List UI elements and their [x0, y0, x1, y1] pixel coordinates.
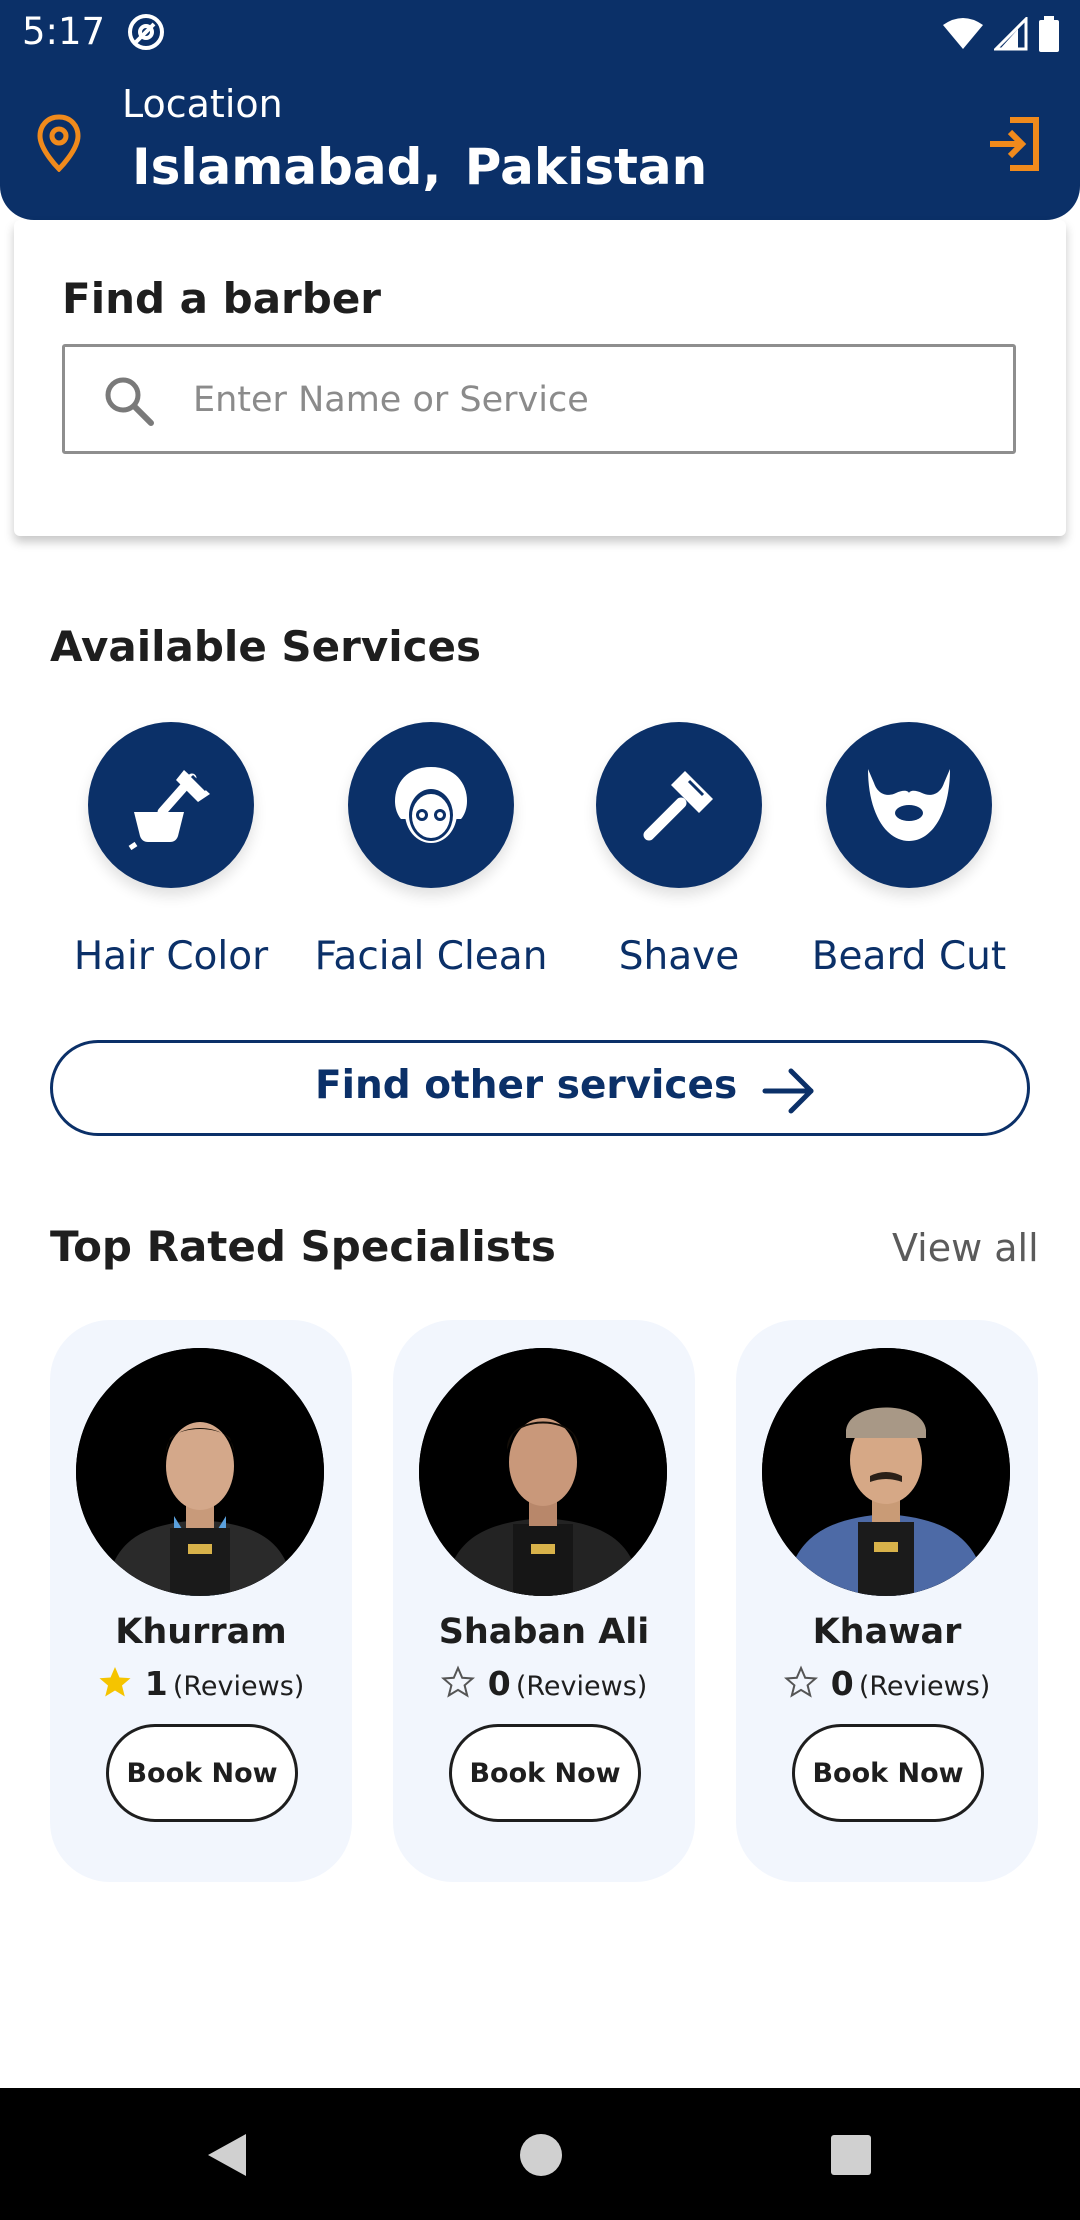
- specialists-title: Top Rated Specialists: [50, 1222, 556, 1271]
- avatar-photo: [76, 1348, 324, 1596]
- find-other-services-label: Find other services: [315, 1063, 738, 1108]
- avatar: [76, 1348, 324, 1596]
- arrow-right-icon: [762, 1068, 814, 1114]
- service-facial-clean[interactable]: Facial Clean: [306, 722, 556, 992]
- avatar-photo: [762, 1348, 1010, 1596]
- service-icon-circle: [88, 722, 254, 888]
- specialist-rating: 0 (Reviews): [393, 1664, 695, 1703]
- book-now-button[interactable]: Book Now: [449, 1724, 641, 1822]
- specialist-name: Khurram: [115, 1612, 287, 1652]
- reviews-label: (Reviews): [172, 1671, 305, 1702]
- service-label: Hair Color: [73, 934, 269, 979]
- reviews-label: (Reviews): [515, 1671, 648, 1702]
- book-now-button[interactable]: Book Now: [792, 1724, 984, 1822]
- avatar: [762, 1348, 1010, 1596]
- home-icon[interactable]: [516, 2130, 566, 2180]
- search-card: Find a barber: [14, 220, 1066, 536]
- battery-icon: [1039, 16, 1059, 52]
- service-label: Facial Clean: [314, 934, 548, 979]
- back-icon[interactable]: [202, 2130, 252, 2180]
- location-value[interactable]: Islamabad, Pakistan: [132, 138, 707, 196]
- location-pin-icon: [37, 114, 81, 172]
- rating-value: 1: [144, 1664, 168, 1703]
- service-beard-cut[interactable]: Beard Cut: [784, 722, 1034, 992]
- reviews-label: (Reviews): [858, 1671, 991, 1702]
- status-time: 5:17: [22, 10, 106, 53]
- service-icon-circle: [348, 722, 514, 888]
- star-empty-icon: [440, 1665, 475, 1698]
- beard-icon: [868, 769, 950, 841]
- location-label: Location: [122, 82, 283, 126]
- services-title: Available Services: [50, 622, 482, 671]
- service-icon-circle: [596, 722, 762, 888]
- service-label: Shave: [618, 934, 740, 979]
- search-title: Find a barber: [62, 274, 382, 323]
- service-hair-color[interactable]: Hair Color: [46, 722, 296, 992]
- wifi-icon: [943, 18, 983, 49]
- razor-icon: [643, 771, 713, 841]
- recents-icon[interactable]: [826, 2130, 876, 2180]
- view-all-link[interactable]: View all: [892, 1226, 1039, 1270]
- at-sign-icon: [128, 14, 164, 50]
- facial-mask-icon: [395, 767, 467, 843]
- specialist-card[interactable]: Shaban Ali 0 (Reviews) Book Now: [393, 1320, 695, 1882]
- star-filled-icon: [99, 1667, 131, 1697]
- rating-value: 0: [487, 1664, 511, 1703]
- avatar-photo: [419, 1348, 667, 1596]
- find-other-services-button[interactable]: Find other services: [50, 1040, 1030, 1136]
- service-label: Beard Cut: [811, 934, 1007, 979]
- search-input[interactable]: [193, 369, 973, 431]
- rating-value: 0: [830, 1664, 854, 1703]
- avatar: [419, 1348, 667, 1596]
- hair-dye-brush-icon: [128, 764, 216, 850]
- specialist-card[interactable]: Khurram 1 (Reviews) Book Now: [50, 1320, 352, 1882]
- specialist-name: Khawar: [812, 1612, 962, 1652]
- login-icon[interactable]: [984, 114, 1044, 174]
- star-empty-icon: [783, 1665, 818, 1698]
- book-now-button[interactable]: Book Now: [106, 1724, 298, 1822]
- location-header: 5:17 Location Islamabad, Pakistan: [0, 0, 1080, 220]
- search-box[interactable]: [62, 344, 1016, 454]
- service-shave[interactable]: Shave: [554, 722, 804, 992]
- status-bar: 5:17: [0, 0, 1080, 66]
- system-navigation-bar: [0, 2088, 1080, 2220]
- status-icons: [942, 14, 1060, 54]
- specialist-rating: 1 (Reviews): [50, 1664, 352, 1703]
- search-icon: [105, 377, 154, 426]
- service-icon-circle: [826, 722, 992, 888]
- specialist-card[interactable]: Khawar 0 (Reviews) Book Now: [736, 1320, 1038, 1882]
- specialist-rating: 0 (Reviews): [736, 1664, 1038, 1703]
- specialist-name: Shaban Ali: [438, 1612, 650, 1652]
- signal-icon: [994, 17, 1028, 51]
